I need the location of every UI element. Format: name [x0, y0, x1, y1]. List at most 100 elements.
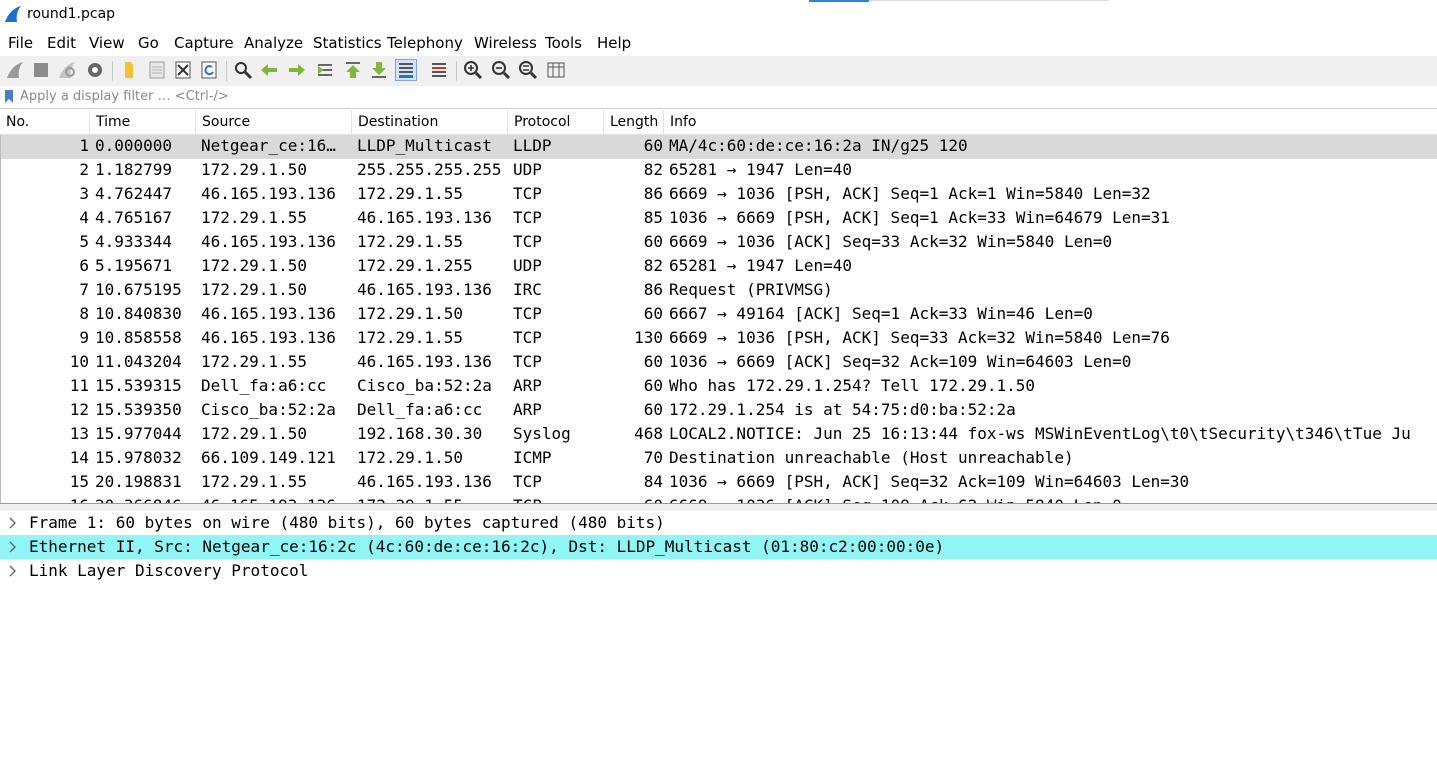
- menu-tools[interactable]: Tools: [545, 34, 582, 52]
- packet-number: 4: [79, 208, 89, 227]
- packet-number: 7: [79, 280, 89, 299]
- packet-number: 14: [69, 448, 89, 467]
- menu-go[interactable]: Go: [138, 34, 159, 52]
- packet-row[interactable]: 2 1.182799 172.29.1.50 255.255.255.255 UDP 82…: [1, 159, 1437, 183]
- menu-telephony[interactable]: Telephony: [387, 34, 463, 52]
- column-header-time[interactable]: Time: [90, 110, 196, 134]
- packet-row[interactable]: 13 15.977044 172.29.1.50 192.168.30.30 Syslo…: [1, 423, 1437, 447]
- packet-protocol: UDP: [513, 160, 542, 179]
- packet-info: Who has 172.29.1.254? Tell 172.29.1.50: [669, 376, 1036, 395]
- packet-list-header: No. Time Source Destination Protocol Len…: [0, 110, 1437, 135]
- packet-row[interactable]: 4 4.765167 172.29.1.55 46.165.193.136 TCP 85 1…: [1, 207, 1437, 231]
- packet-protocol: UDP: [513, 256, 542, 275]
- expand-chevron-icon[interactable]: [8, 540, 18, 554]
- packet-row[interactable]: 12 15.539350 Cisco_ba:52:2a Dell_fa:a6:cc AR…: [1, 399, 1437, 423]
- autoscroll-icon[interactable]: [395, 59, 417, 81]
- menu-statistics[interactable]: Statistics: [313, 34, 382, 52]
- packet-destination: 46.165.193.136: [357, 352, 492, 371]
- packet-destination: 255.255.255.255: [357, 160, 502, 179]
- first-packet-icon[interactable]: [342, 59, 364, 81]
- packet-time: 15.977044: [95, 424, 182, 443]
- packet-info: LOCAL2.NOTICE: Jun 25 16:13:44 fox-ws MS…: [669, 424, 1411, 443]
- detail-tree-item[interactable]: Frame 1: 60 bytes on wire (480 bits), 60…: [0, 511, 1437, 535]
- packet-number: 5: [79, 232, 89, 251]
- packet-source: 172.29.1.50: [201, 160, 307, 179]
- menu-help[interactable]: Help: [597, 34, 631, 52]
- detail-tree-label: Link Layer Discovery Protocol: [29, 561, 309, 580]
- packet-details-pane[interactable]: Frame 1: 60 bytes on wire (480 bits), 60…: [0, 511, 1437, 770]
- detail-tree-item[interactable]: Link Layer Discovery Protocol: [0, 559, 1437, 583]
- shark-start-icon[interactable]: [4, 59, 26, 81]
- packet-length: 85: [643, 208, 663, 227]
- packet-length: 86: [643, 184, 663, 203]
- zoom-normal-icon[interactable]: [517, 59, 539, 81]
- colorize-icon[interactable]: [428, 59, 450, 81]
- menu-edit[interactable]: Edit: [47, 34, 76, 52]
- column-header-protocol[interactable]: Protocol: [508, 110, 604, 134]
- menu-wireless[interactable]: Wireless: [474, 34, 537, 52]
- column-header-length[interactable]: Length: [604, 110, 664, 134]
- go-forward-icon[interactable]: [286, 59, 308, 81]
- display-filter-input[interactable]: [20, 87, 1420, 105]
- packet-row[interactable]: 11 15.539315 Dell_fa:a6:cc Cisco_ba:52:2a AR…: [1, 375, 1437, 399]
- packet-row[interactable]: 1 0.000000 Netgear_ce:16… LLDP_Multicast LLD…: [1, 135, 1437, 159]
- packet-info: 6669 → 1036 [ACK] Seq=109 Ack=62 Win=584…: [669, 495, 1437, 503]
- packet-row[interactable]: 9 10.858558 46.165.193.136 172.29.1.55 TCP 13…: [1, 327, 1437, 351]
- title-bar: round1.pcap: [0, 0, 1437, 30]
- bookmark-icon[interactable]: [4, 89, 14, 104]
- packet-info: Request (PRIVMSG): [669, 280, 833, 299]
- packet-row[interactable]: 7 10.675195 172.29.1.50 46.165.193.136 IRC 86…: [1, 279, 1437, 303]
- stop-capture-icon[interactable]: [30, 59, 52, 81]
- packet-protocol: ARP: [513, 376, 542, 395]
- packet-list[interactable]: 1 0.000000 Netgear_ce:16… LLDP_Multicast LLD…: [0, 135, 1437, 503]
- detail-tree-label: Ethernet II, Src: Netgear_ce:16:2c (4c:6…: [29, 537, 945, 556]
- menu-file[interactable]: File: [8, 34, 33, 52]
- menu-analyze[interactable]: Analyze: [244, 34, 303, 52]
- packet-info: 65281 → 1947 Len=40: [669, 256, 853, 275]
- packet-info: 1036 → 6669 [PSH, ACK] Seq=1 Ack=33 Win=…: [669, 208, 1170, 227]
- packet-length: 82: [643, 160, 663, 179]
- last-packet-icon[interactable]: [368, 59, 390, 81]
- close-file-icon[interactable]: [172, 59, 194, 81]
- column-header-no[interactable]: No.: [0, 110, 90, 134]
- expand-chevron-icon[interactable]: [8, 564, 18, 578]
- resize-columns-icon[interactable]: [545, 59, 567, 81]
- packet-source: 46.165.193.136: [201, 232, 336, 251]
- packet-row[interactable]: 3 4.762447 46.165.193.136 172.29.1.55 TCP 86 6…: [1, 183, 1437, 207]
- column-header-info[interactable]: Info: [664, 110, 1437, 134]
- open-file-icon[interactable]: [118, 59, 140, 81]
- packet-destination: 192.168.30.30: [357, 424, 483, 443]
- packet-destination: 172.29.1.55: [357, 328, 463, 347]
- restart-capture-icon[interactable]: [56, 59, 78, 81]
- expand-chevron-icon[interactable]: [8, 516, 18, 530]
- packet-length: 130: [634, 328, 663, 347]
- title-divider: [869, 0, 1109, 1]
- go-to-packet-icon[interactable]: [314, 59, 336, 81]
- packet-row[interactable]: 14 15.978032 66.109.149.121 172.29.1.50 ICMP…: [1, 447, 1437, 471]
- packet-length: 86: [643, 280, 663, 299]
- reload-file-icon[interactable]: [198, 59, 220, 81]
- packet-source: 172.29.1.55: [201, 352, 307, 371]
- packet-row[interactable]: 15 20.198831 172.29.1.55 46.165.193.136 TCP 8…: [1, 471, 1437, 495]
- packet-row[interactable]: 8 10.840830 46.165.193.136 172.29.1.50 TCP 60…: [1, 303, 1437, 327]
- menu-capture[interactable]: Capture: [174, 34, 234, 52]
- packet-row[interactable]: 1620.36684646.165.193.136172.29.1.55TCP6…: [1, 495, 1437, 503]
- packet-source: Cisco_ba:52:2a: [201, 400, 336, 419]
- packet-destination: Cisco_ba:52:2a: [357, 376, 492, 395]
- packet-row[interactable]: 6 5.195671 172.29.1.50 172.29.1.255 UDP 82 652…: [1, 255, 1437, 279]
- packet-info: 1036 → 6669 [PSH, ACK] Seq=32 Ack=109 Wi…: [669, 472, 1190, 491]
- zoom-in-icon[interactable]: [462, 59, 484, 81]
- detail-tree-item[interactable]: Ethernet II, Src: Netgear_ce:16:2c (4c:6…: [0, 535, 1437, 559]
- go-back-icon[interactable]: [258, 59, 280, 81]
- packet-destination: 172.29.1.55: [357, 184, 463, 203]
- column-header-destination[interactable]: Destination: [352, 110, 508, 134]
- column-header-source[interactable]: Source: [196, 110, 352, 134]
- packet-row[interactable]: 5 4.933344 46.165.193.136 172.29.1.55 TCP 60 6…: [1, 231, 1437, 255]
- zoom-out-icon[interactable]: [490, 59, 512, 81]
- find-packet-icon[interactable]: [232, 59, 254, 81]
- capture-options-icon[interactable]: [84, 59, 106, 81]
- save-file-icon[interactable]: [146, 59, 168, 81]
- packet-info: MA/4c:60:de:ce:16:2a IN/g25 120: [669, 136, 968, 155]
- menu-view[interactable]: View: [89, 34, 125, 52]
- packet-row[interactable]: 10 11.043204 172.29.1.55 46.165.193.136 TCP 6…: [1, 351, 1437, 375]
